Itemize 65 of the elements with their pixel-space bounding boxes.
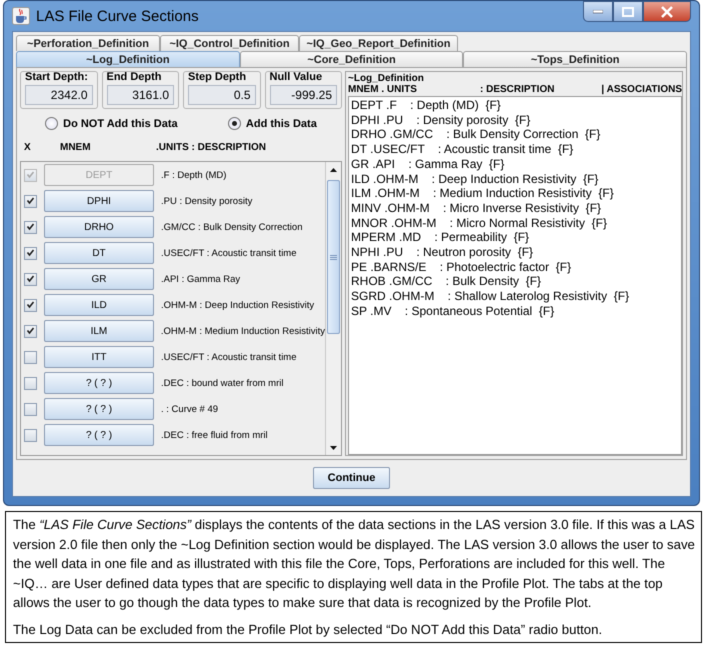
curve-description: .OHM-M : Medium Induction Resistivity xyxy=(160,326,325,336)
radio-button[interactable]: Add this Data xyxy=(228,117,317,130)
field-label: End Depth xyxy=(106,71,162,83)
curve-button[interactable]: DT xyxy=(44,242,154,264)
curve-description: . : Curve # 49 xyxy=(161,404,218,414)
text-line: MPERM .MD : Permeability {F} xyxy=(351,230,530,246)
column-header: MNEM xyxy=(60,142,92,153)
value-field[interactable]: -999.25 xyxy=(270,85,337,105)
text-line: ILM .OHM-M : Medium Induction Resistivity {F} xyxy=(351,186,615,201)
text-line: MNOR .OHM-M : Micro Normal Resistivity {F} xyxy=(351,216,608,230)
window-title: LAS File Curve Sections xyxy=(36,8,199,24)
text-line: ILD .OHM-M : Deep Induction Resistivity {F} xyxy=(351,172,600,186)
tab[interactable]: ~Core_Definition xyxy=(240,51,464,67)
curve-button[interactable]: DPHI xyxy=(44,190,154,212)
value-field[interactable]: 2342.0 xyxy=(25,85,92,105)
radio-button[interactable]: Do NOT Add this Data xyxy=(45,117,178,130)
column-header: : DESCRIPTION xyxy=(480,84,556,95)
tab[interactable]: ~IQ_Geo_Report_Definition xyxy=(299,35,458,51)
column-header: .UNITS : DESCRIPTION xyxy=(156,142,266,153)
text-line: NPHI .PU : Neutron porosity {F} xyxy=(351,245,534,260)
curve-description: .F : Depth (MD) xyxy=(161,170,226,180)
tab[interactable]: ~Log_Definition xyxy=(16,51,240,67)
caption-paragraph: The “LAS File Curve Sections” displays the contents of the data sections in the LAS version 3.0 file. If this was a LAS version 2.0 file then only the ~Log Definition section would be displayed. The LAS version 3.0 allows the user to save the well data in one file and as illustrated with this file the Core, Tops, Perforations are included for this well. The ~IQ… are User defined data types that are specific to displaying well data in the Profile Plot. The tabs at the top allows the user to go though the data types to make sure that data is recognized by the Profile Plot. xyxy=(13,516,695,612)
text-line: RHOB .GM/CC : Bulk Density {F} xyxy=(351,274,542,290)
curve-description: .USEC/FT : Acoustic transit time xyxy=(161,248,297,258)
field-label: Start Depth: xyxy=(25,71,89,83)
curve-description: .DEC : free fluid from mril xyxy=(161,430,268,440)
curve-description: .OHM-M : Deep Induction Resistivity xyxy=(161,300,314,310)
radio-label: Do NOT Add this Data xyxy=(63,118,178,130)
text-line: DPHI .PU : Density porosity {F} xyxy=(351,112,532,128)
curve-description: .GM/CC : Bulk Density Correction xyxy=(161,222,302,232)
text-line: DEPT .F : Depth (MD) {F} xyxy=(351,98,502,113)
column-header: | ASSOCIATIONS xyxy=(601,84,682,95)
curve-description: .PU : Density porosity xyxy=(161,196,252,206)
column-header: X xyxy=(24,142,32,153)
text-line: DRHO .GM/CC : Bulk Density Correction {F} xyxy=(351,127,602,142)
curve-button[interactable]: ? ( ? ) xyxy=(44,398,154,420)
section-title: ~Log_Definition xyxy=(348,73,425,84)
curve-button[interactable]: ILD xyxy=(44,294,154,316)
curve-button[interactable]: ILM xyxy=(44,320,154,342)
text-line: PE .BARNS/E : Photoelectric factor {F} xyxy=(351,260,572,274)
curve-button[interactable]: DRHO xyxy=(44,216,154,238)
column-header: MNEM . UNITS xyxy=(348,84,418,95)
tab[interactable]: ~Perforation_Definition xyxy=(16,35,160,51)
tab[interactable]: ~IQ_Control_Definition xyxy=(160,35,299,51)
text-line: SGRD .OHM-M : Shallow Laterolog Resistivity {F} xyxy=(351,289,630,304)
curve-button[interactable]: ? ( ? ) xyxy=(44,372,154,394)
field-label: Step Depth xyxy=(188,71,248,83)
tab[interactable]: ~Tops_Definition xyxy=(463,51,688,67)
value-field[interactable]: 3161.0 xyxy=(106,85,174,105)
curve-button[interactable]: ITT xyxy=(44,346,154,368)
text-line: GR .API : Gamma Ray {F} xyxy=(351,156,506,172)
radio-label: Add this Data xyxy=(246,118,317,130)
value-field[interactable]: 0.5 xyxy=(188,85,256,105)
field-label: Null Value xyxy=(270,71,324,83)
caption-paragraph: The Log Data can be excluded from the Profile Plot by selected “Do NOT Add this Data” radio button. xyxy=(13,620,604,639)
text-line: SP .MV : Spontaneous Potential {F} xyxy=(351,304,556,319)
curve-button[interactable]: GR xyxy=(44,268,154,290)
curve-description: .API : Gamma Ray xyxy=(161,274,240,284)
curve-description: .DEC : bound water from mril xyxy=(161,378,284,388)
curve-description: .USEC/FT : Acoustic transit time xyxy=(161,352,297,362)
continue-button[interactable]: Continue xyxy=(313,467,390,489)
curve-button[interactable]: ? ( ? ) xyxy=(44,424,154,446)
text-line: DT .USEC/FT : Acoustic transit time {F} xyxy=(351,142,574,157)
text-line: MINV .OHM-M : Micro Inverse Resistivity {F} xyxy=(351,200,602,216)
